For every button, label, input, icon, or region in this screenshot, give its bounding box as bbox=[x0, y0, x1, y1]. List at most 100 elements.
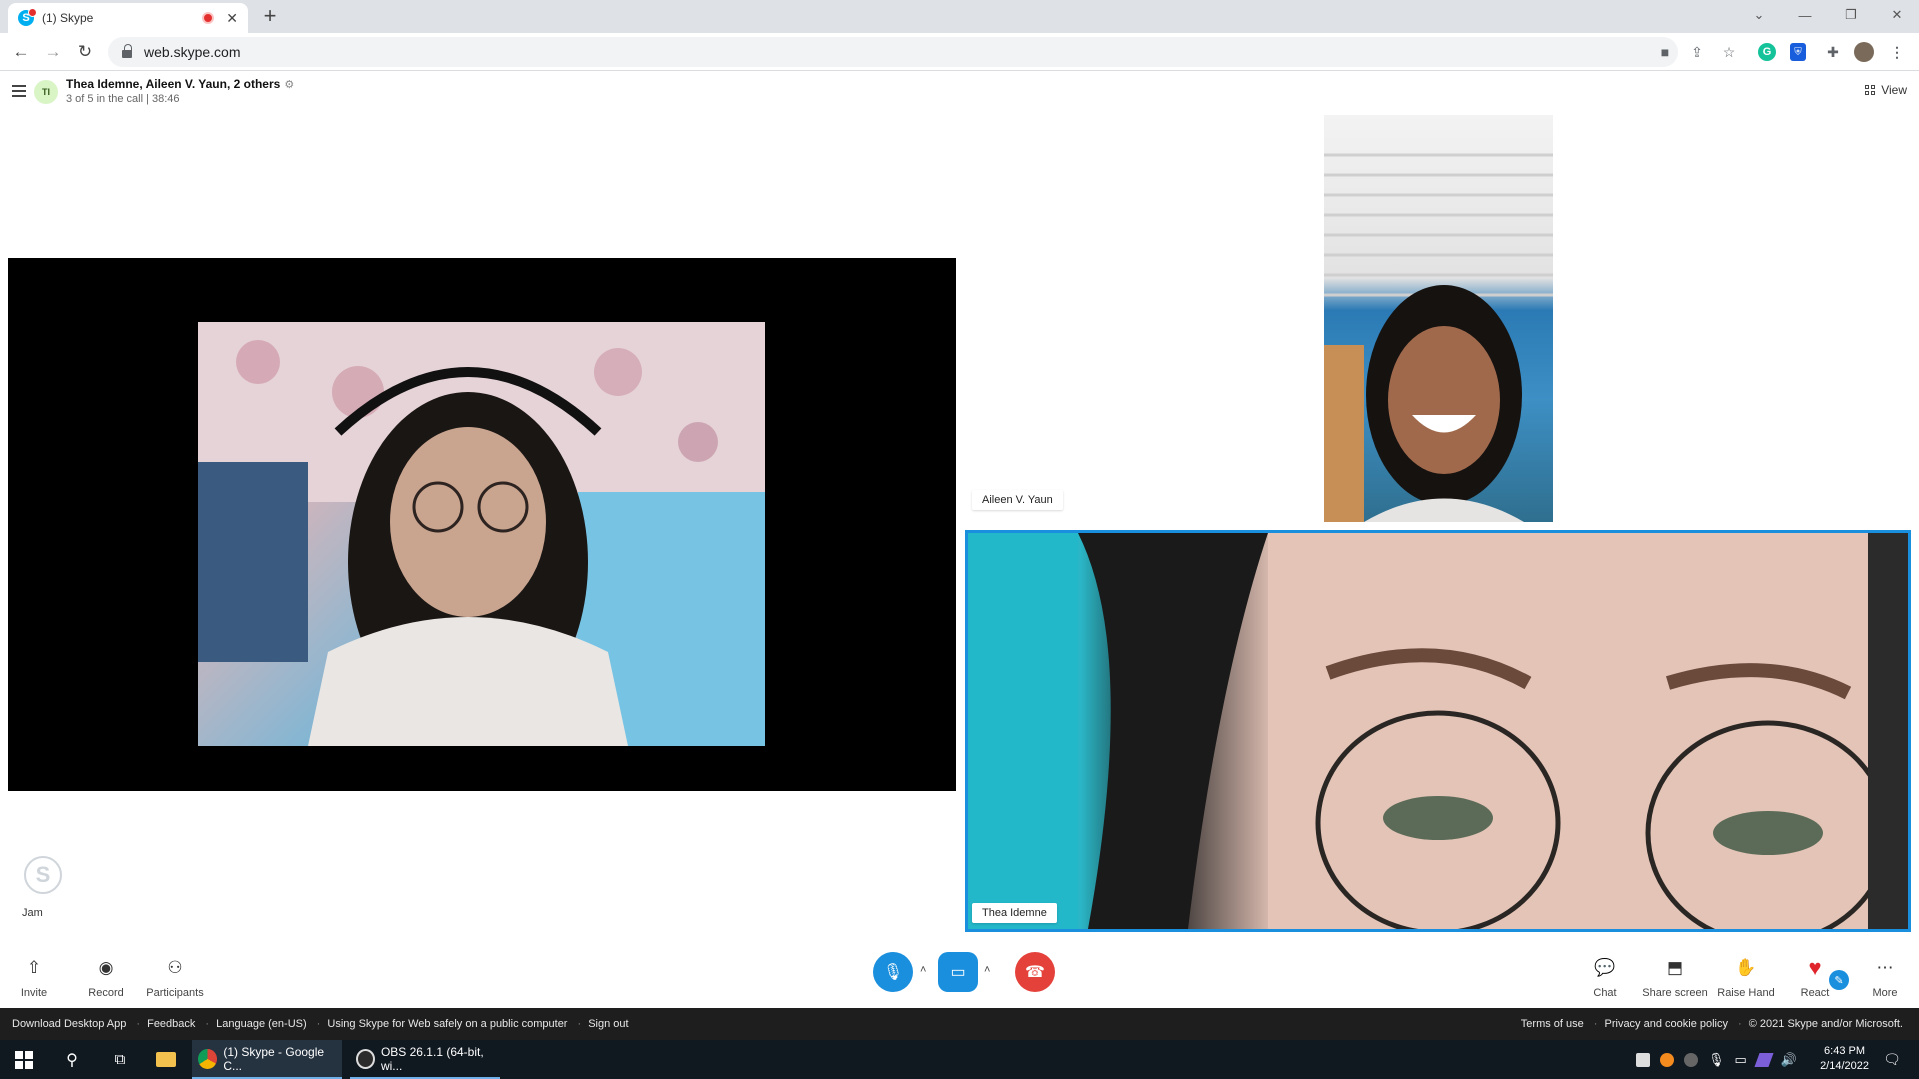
browser-tab[interactable]: S (1) Skype ✕ bbox=[8, 3, 248, 33]
chrome-icon bbox=[198, 1048, 218, 1069]
video-options-chevron-icon[interactable]: ˄ bbox=[984, 964, 990, 976]
participant-video-main[interactable] bbox=[8, 258, 956, 791]
footer-left-links: Download Desktop App · Feedback · Language… bbox=[12, 1018, 629, 1030]
back-icon[interactable]: ← bbox=[8, 39, 34, 65]
react-button[interactable]: ♥ React bbox=[1798, 955, 1832, 999]
view-label: View bbox=[1881, 83, 1907, 97]
webcam-feed bbox=[198, 322, 765, 746]
network-icon[interactable]: ▭ bbox=[1735, 1052, 1747, 1068]
chat-button[interactable]: 💬 Chat bbox=[1590, 955, 1620, 999]
view-button[interactable]: View bbox=[1865, 83, 1907, 97]
menu-icon[interactable] bbox=[12, 85, 26, 97]
chat-bubble-icon: 💬 bbox=[1594, 958, 1616, 977]
bitwarden-extension-icon[interactable]: ⛨ bbox=[1790, 43, 1806, 61]
share-upload-icon: ⇧ bbox=[26, 958, 42, 977]
webcam-person-illustration bbox=[198, 322, 765, 746]
windows-start-icon[interactable] bbox=[12, 1040, 36, 1079]
footer-link[interactable]: Terms of use bbox=[1521, 1018, 1584, 1030]
skype-favicon-icon: S bbox=[18, 8, 37, 26]
heart-icon: ♥ bbox=[1808, 955, 1822, 980]
footer-link[interactable]: Sign out bbox=[588, 1018, 628, 1030]
tray-app-icon[interactable] bbox=[1660, 1052, 1674, 1067]
chrome-tray-icon[interactable] bbox=[1684, 1052, 1698, 1067]
footer-link[interactable]: Privacy and cookie policy bbox=[1605, 1018, 1729, 1030]
close-tab-icon[interactable]: ✕ bbox=[226, 10, 238, 27]
taskbar-app-label: OBS 26.1.1 (64-bit, wi... bbox=[380, 1044, 484, 1073]
browser-toolbar: ← → ↻ web.skype.com ■ ⇪ ☆ G ⛨ ✚ ⋮ bbox=[0, 33, 1919, 71]
conversation-title[interactable]: Thea Idemne, Aileen V. Yaun, 2 others ⚙ bbox=[66, 77, 294, 91]
search-icon[interactable]: ⚲ bbox=[60, 1040, 84, 1079]
record-button[interactable]: ◉ Record bbox=[86, 955, 126, 999]
invite-button[interactable]: ⇧ Invite bbox=[14, 955, 54, 999]
volume-icon[interactable]: 🔊 bbox=[1781, 1052, 1797, 1068]
footer-link[interactable]: Using Skype for Web safely on a public c… bbox=[327, 1018, 567, 1030]
share-page-icon[interactable]: ⇪ bbox=[1686, 41, 1708, 63]
tab-search-icon[interactable]: ⌄ bbox=[1736, 0, 1782, 30]
file-explorer-icon[interactable] bbox=[154, 1040, 178, 1079]
share-screen-button[interactable]: ⬒ Share screen bbox=[1642, 955, 1708, 999]
footer-right-links: Terms of use · Privacy and cookie policy ·… bbox=[1520, 1018, 1903, 1030]
more-button[interactable]: ⋯ More bbox=[1870, 955, 1900, 999]
conversation-title-text: Thea Idemne, Aileen V. Yaun, 2 others bbox=[66, 77, 281, 91]
restore-window-button[interactable]: ❐ bbox=[1828, 0, 1874, 30]
raise-hand-button[interactable]: ✋ Raise Hand bbox=[1716, 955, 1776, 999]
participants-button[interactable]: ⚇ Participants bbox=[144, 955, 206, 999]
video-camera-icon: ▭ bbox=[950, 964, 966, 981]
skype-logo-icon: S bbox=[24, 856, 62, 894]
address-bar[interactable]: web.skype.com bbox=[108, 37, 1678, 67]
bookmark-star-icon[interactable]: ☆ bbox=[1718, 41, 1740, 63]
participant-video-side[interactable] bbox=[1324, 115, 1553, 522]
participant-name-tag: Thea Idemne bbox=[972, 903, 1057, 923]
skype-footer: Download Desktop App · Feedback · Language… bbox=[0, 1008, 1919, 1040]
obs-icon bbox=[356, 1048, 375, 1069]
audio-options-chevron-icon[interactable]: ˄ bbox=[920, 964, 926, 976]
tab-title: (1) Skype bbox=[42, 11, 94, 25]
record-icon: ◉ bbox=[98, 958, 114, 977]
footer-link[interactable]: Feedback bbox=[147, 1018, 195, 1030]
browser-menu-icon[interactable]: ⋮ bbox=[1886, 41, 1908, 63]
camera-button[interactable]: ▭ bbox=[938, 952, 978, 992]
record-label: Record bbox=[88, 987, 124, 999]
taskbar-app-label: (1) Skype - Google C... bbox=[223, 1044, 325, 1073]
webcam-person-illustration bbox=[968, 533, 1908, 929]
participants-label: Participants bbox=[146, 987, 204, 999]
browser-tabstrip: S (1) Skype ✕ + ⌄ — ❐ ✕ bbox=[0, 0, 1919, 33]
taskbar-clock[interactable]: 6:43 PM 2/14/2022 bbox=[1820, 1044, 1869, 1074]
hang-up-icon: ☎ bbox=[1025, 964, 1045, 981]
profile-avatar-icon[interactable] bbox=[1854, 42, 1874, 62]
minimize-window-button[interactable]: — bbox=[1782, 0, 1828, 30]
footer-link[interactable]: Download Desktop App bbox=[12, 1018, 126, 1030]
notifications-icon[interactable]: 🗨 bbox=[1880, 1040, 1904, 1079]
new-tab-button[interactable]: + bbox=[258, 4, 282, 28]
conversation-avatar[interactable]: TI bbox=[34, 80, 58, 104]
webcam-person-illustration bbox=[1324, 153, 1553, 522]
invite-label: Invite bbox=[20, 987, 48, 999]
pen-edit-icon[interactable]: ✎ bbox=[1829, 970, 1849, 990]
microphone-button[interactable]: 🎙 bbox=[873, 952, 913, 992]
forward-icon[interactable]: → bbox=[40, 39, 66, 65]
microphone-tray-icon[interactable]: 🎙 bbox=[1708, 1052, 1725, 1068]
taskbar-app-chrome[interactable]: (1) Skype - Google C... bbox=[192, 1040, 342, 1079]
participant-video-focused[interactable] bbox=[965, 530, 1911, 932]
close-window-button[interactable]: ✕ bbox=[1874, 0, 1919, 30]
hang-up-button[interactable]: ☎ bbox=[1015, 952, 1055, 992]
more-dots-icon: ⋯ bbox=[1876, 958, 1894, 977]
self-name-tag: Jam bbox=[16, 905, 49, 921]
pen-tray-icon[interactable] bbox=[1754, 1052, 1774, 1067]
extensions-puzzle-icon[interactable]: ✚ bbox=[1822, 41, 1844, 63]
footer-copyright: © 2021 Skype and/or Microsoft. bbox=[1748, 1018, 1903, 1030]
tray-app-icon[interactable] bbox=[1636, 1052, 1650, 1067]
reload-icon[interactable]: ↻ bbox=[72, 39, 98, 65]
raise-hand-icon: ✋ bbox=[1735, 958, 1757, 977]
grid-view-icon bbox=[1865, 85, 1876, 95]
microphone-icon: 🎙 bbox=[882, 964, 904, 981]
react-label: React bbox=[1800, 987, 1830, 999]
settings-gear-icon[interactable]: ⚙ bbox=[284, 79, 294, 91]
grammarly-extension-icon[interactable]: G bbox=[1758, 43, 1776, 61]
clock-date: 2/14/2022 bbox=[1820, 1060, 1869, 1072]
footer-link[interactable]: Language (en-US) bbox=[216, 1018, 307, 1030]
camera-in-use-icon[interactable]: ■ bbox=[1654, 41, 1676, 63]
task-view-icon[interactable]: ⧉ bbox=[108, 1040, 132, 1079]
raise-hand-label: Raise Hand bbox=[1717, 987, 1775, 999]
taskbar-app-obs[interactable]: OBS 26.1.1 (64-bit, wi... bbox=[350, 1040, 500, 1079]
